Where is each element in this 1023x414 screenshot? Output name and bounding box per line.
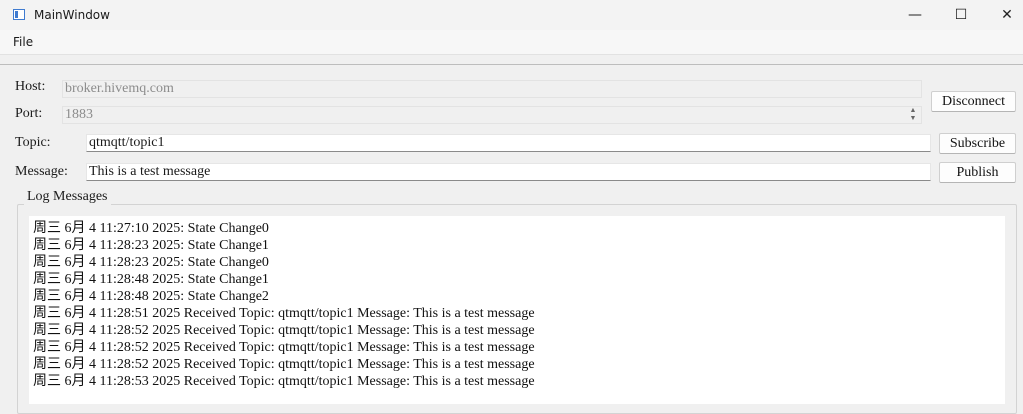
menu-bar: File <box>0 30 1023 55</box>
log-line: 周三 6月 4 11:28:23 2025: State Change1 <box>33 238 269 253</box>
log-group-title: Log Messages <box>24 189 111 205</box>
log-line: 周三 6月 4 11:28:23 2025: State Change0 <box>33 255 269 270</box>
host-label: Host: <box>15 79 46 94</box>
log-line: 周三 6月 4 11:28:48 2025: State Change1 <box>33 272 269 287</box>
subscribe-button[interactable]: Subscribe <box>939 133 1016 154</box>
log-text-area[interactable]: 周三 6月 4 11:27:10 2025: State Change0 周三 … <box>29 216 1005 404</box>
toolbar-separator <box>0 64 1023 65</box>
topic-label: Topic: <box>15 135 51 150</box>
log-line: 周三 6月 4 11:28:52 2025 Received Topic: qt… <box>33 357 535 372</box>
close-button[interactable]: ✕ <box>984 0 1023 30</box>
app-window-icon <box>13 9 25 20</box>
port-label: Port: <box>15 106 43 121</box>
message-label: Message: <box>15 164 68 179</box>
log-line: 周三 6月 4 11:28:48 2025: State Change2 <box>33 289 269 304</box>
window-title: MainWindow <box>34 8 110 22</box>
log-line: 周三 6月 4 11:28:52 2025 Received Topic: qt… <box>33 323 535 338</box>
port-spinbox[interactable]: 1883 <box>62 106 922 124</box>
disconnect-button[interactable]: Disconnect <box>931 91 1016 112</box>
publish-button[interactable]: Publish <box>939 162 1016 183</box>
host-field[interactable]: broker.hivemq.com <box>62 80 922 98</box>
maximize-button[interactable]: ☐ <box>938 0 984 30</box>
log-line: 周三 6月 4 11:27:10 2025: State Change0 <box>33 221 269 236</box>
topic-input[interactable]: qtmqtt/topic1 <box>86 134 931 152</box>
log-line: 周三 6月 4 11:28:51 2025 Received Topic: qt… <box>33 306 535 321</box>
port-spin-arrows-icon[interactable]: ▲ ▼ <box>906 106 920 122</box>
title-bar[interactable]: MainWindow — ☐ ✕ <box>0 0 1023 30</box>
message-input[interactable]: This is a test message <box>86 163 931 181</box>
log-line: 周三 6月 4 11:28:53 2025 Received Topic: qt… <box>33 374 535 389</box>
log-line: 周三 6月 4 11:28:52 2025 Received Topic: qt… <box>33 340 535 355</box>
menu-file[interactable]: File <box>13 35 33 49</box>
minimize-button[interactable]: — <box>892 0 938 30</box>
